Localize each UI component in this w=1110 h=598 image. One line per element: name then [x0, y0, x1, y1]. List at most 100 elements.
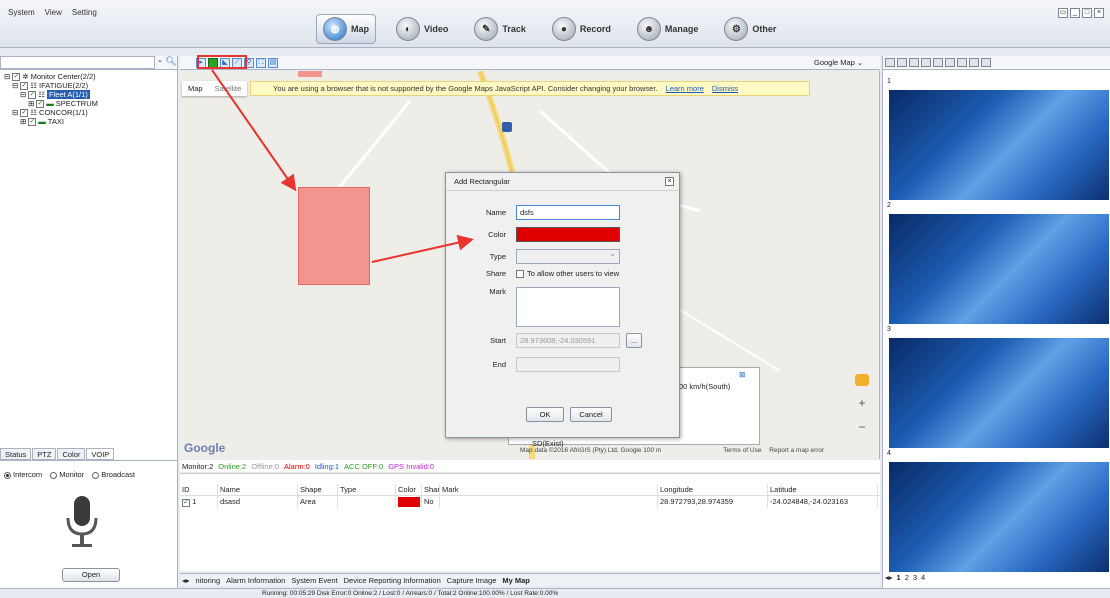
collapse-icon[interactable]: ⊟ [12, 81, 18, 90]
fullscreen-icon[interactable]: ⛶ [256, 57, 266, 68]
name-input[interactable]: dsfs [516, 205, 620, 220]
tab-color[interactable]: Color [57, 448, 86, 460]
checkbox[interactable]: ✓ [36, 99, 45, 108]
color-picker[interactable] [516, 227, 620, 242]
menu-view[interactable]: View [45, 8, 62, 17]
google-logo: Google [184, 441, 226, 455]
play-icon[interactable] [957, 58, 967, 67]
checkbox[interactable]: ✓ [20, 81, 29, 90]
drawn-rectangle[interactable] [298, 187, 370, 285]
video-feed [889, 338, 1109, 448]
map-type-satellite[interactable]: Satellite [209, 81, 248, 96]
maximize-icon[interactable]: □ [1082, 8, 1092, 18]
report-link[interactable]: Report a map error [769, 447, 824, 454]
video-cell-3[interactable]: 3 [885, 326, 1109, 450]
save-icon[interactable]: ▤ [268, 57, 278, 68]
video-tab-3[interactable]: 3 [913, 573, 917, 582]
tree-vehicle-taxi[interactable]: ⊞ ✓ ▬ TAXI [4, 117, 173, 126]
tree-vehicle-spectrum[interactable]: ⊞ ✓ ▬ SPECTRUM [4, 99, 173, 108]
video-feed [889, 214, 1109, 324]
video-cell-4[interactable]: 4 [885, 450, 1109, 574]
mark-textarea[interactable] [516, 287, 620, 327]
map-provider-select[interactable]: Google Map ⌄ [814, 58, 863, 67]
radio-intercom[interactable]: Intercom [4, 470, 42, 479]
zoom-in-icon[interactable]: + [858, 396, 865, 410]
collapse-icon[interactable]: ⊟ [20, 90, 26, 99]
street-view-icon[interactable] [855, 374, 869, 386]
expand-icon[interactable]: ⊞ [28, 99, 34, 108]
tab-scroll-icon[interactable]: ◂▸ [180, 576, 192, 585]
checkbox[interactable]: ✓ [20, 108, 29, 117]
vehicle-tree: ⊟ ✓ ✲ Monitor Center(2/2) ⊟ ✓ ☷ IFATIGUE(2/2) … [0, 70, 177, 128]
video-tab-1[interactable]: 1 [897, 573, 901, 582]
type-select[interactable] [516, 247, 620, 264]
collapse-icon[interactable]: ⊟ [4, 72, 10, 81]
tab-voip[interactable]: VOIP [86, 448, 115, 460]
table-row[interactable]: ✓ 1 dsasd Area No 28.972793,28.974359 -2… [180, 496, 880, 508]
area-shape-partial[interactable] [298, 71, 322, 77]
tab-status[interactable]: Status [0, 448, 32, 460]
radio-broadcast[interactable]: Broadcast [92, 470, 135, 479]
chevron-down-icon[interactable]: ⌄ [155, 56, 165, 69]
radio-monitor[interactable]: Monitor [50, 470, 84, 479]
fullscreen-icon[interactable] [981, 58, 991, 67]
tab-my-map[interactable]: My Map [500, 576, 532, 585]
video-tab-2[interactable]: 2 [905, 573, 909, 582]
tab-device-reporting[interactable]: Device Reporting Information [342, 576, 443, 585]
ok-button[interactable]: OK [526, 407, 564, 422]
close-icon[interactable]: × [665, 177, 674, 186]
terms-link[interactable]: Terms of Use [723, 447, 761, 454]
layout-1-icon[interactable] [885, 58, 895, 67]
search-row: ⌄ 🔍︎ [0, 56, 177, 70]
left-panel: ⌄ 🔍︎ ⊟ ✓ ✲ Monitor Center(2/2) ⊟ ✓ ☷ IFATIGUE(… [0, 56, 178, 590]
volume-icon[interactable] [945, 58, 955, 67]
menu-system[interactable]: System [8, 8, 35, 17]
layout-9-icon[interactable] [909, 58, 919, 67]
module-video[interactable]: ◐ Video [390, 14, 454, 44]
minimize-icon[interactable]: _ [1070, 8, 1080, 18]
learn-more-link[interactable]: Learn more [666, 84, 704, 93]
browse-button[interactable]: ... [626, 333, 642, 348]
tab-scroll-icon[interactable]: ◂▸ [885, 573, 893, 582]
dismiss-link[interactable]: Dismiss [712, 84, 738, 93]
tree-group-concor[interactable]: ⊟ ✓ ☷ CONCOR(1/1) [4, 108, 173, 117]
close-icon[interactable]: × [1094, 8, 1104, 18]
video-cell-1[interactable]: 1 [885, 78, 1109, 202]
collapse-icon[interactable]: ⊟ [12, 108, 18, 117]
tab-capture-image[interactable]: Capture Image [445, 576, 499, 585]
module-record[interactable]: ● Record [546, 14, 617, 44]
layout-4-icon[interactable] [897, 58, 907, 67]
cancel-button[interactable]: Cancel [570, 407, 612, 422]
close-icon[interactable]: ⊠ [739, 370, 745, 379]
map-type-map[interactable]: Map [182, 81, 209, 96]
tab-alarm-information[interactable]: Alarm Information [224, 576, 287, 585]
expand-icon[interactable]: ⊞ [20, 117, 26, 126]
tab-system-event[interactable]: System Event [289, 576, 339, 585]
checkbox[interactable]: ✓ [12, 72, 21, 81]
tab-ptz[interactable]: PTZ [32, 448, 57, 460]
restore-icon[interactable]: ▭ [1058, 8, 1068, 18]
video-cell-2[interactable]: 2 [885, 202, 1109, 326]
menu-setting[interactable]: Setting [72, 8, 97, 17]
tab-monitoring[interactable]: nitoring [194, 576, 223, 585]
module-manage[interactable]: ☻ Manage [631, 14, 705, 44]
share-checkbox[interactable] [516, 269, 524, 278]
record-icon[interactable] [933, 58, 943, 67]
capture-icon[interactable] [921, 58, 931, 67]
search-icon[interactable]: 🔍︎ [165, 56, 177, 69]
stop-icon[interactable] [969, 58, 979, 67]
zoom-out-icon[interactable]: − [858, 420, 865, 434]
module-track[interactable]: ✎ Track [468, 14, 532, 44]
tree-root[interactable]: ⊟ ✓ ✲ Monitor Center(2/2) [4, 72, 173, 81]
open-button[interactable]: Open [62, 568, 120, 582]
tree-fleet[interactable]: ⊟ ✓ ☷ Fleet A(1/1) [4, 90, 173, 99]
search-input[interactable] [0, 56, 155, 69]
module-other[interactable]: ⚙ Other [718, 14, 782, 44]
checkbox[interactable]: ✓ [28, 90, 37, 99]
globe-icon: ◍ [323, 17, 347, 41]
row-checkbox[interactable]: ✓ [182, 499, 190, 507]
checkbox[interactable]: ✓ [28, 117, 37, 126]
tree-group-ifatigue[interactable]: ⊟ ✓ ☷ IFATIGUE(2/2) [4, 81, 173, 90]
module-map[interactable]: ◍ Map [316, 14, 376, 44]
video-tab-4[interactable]: 4 [921, 573, 925, 582]
